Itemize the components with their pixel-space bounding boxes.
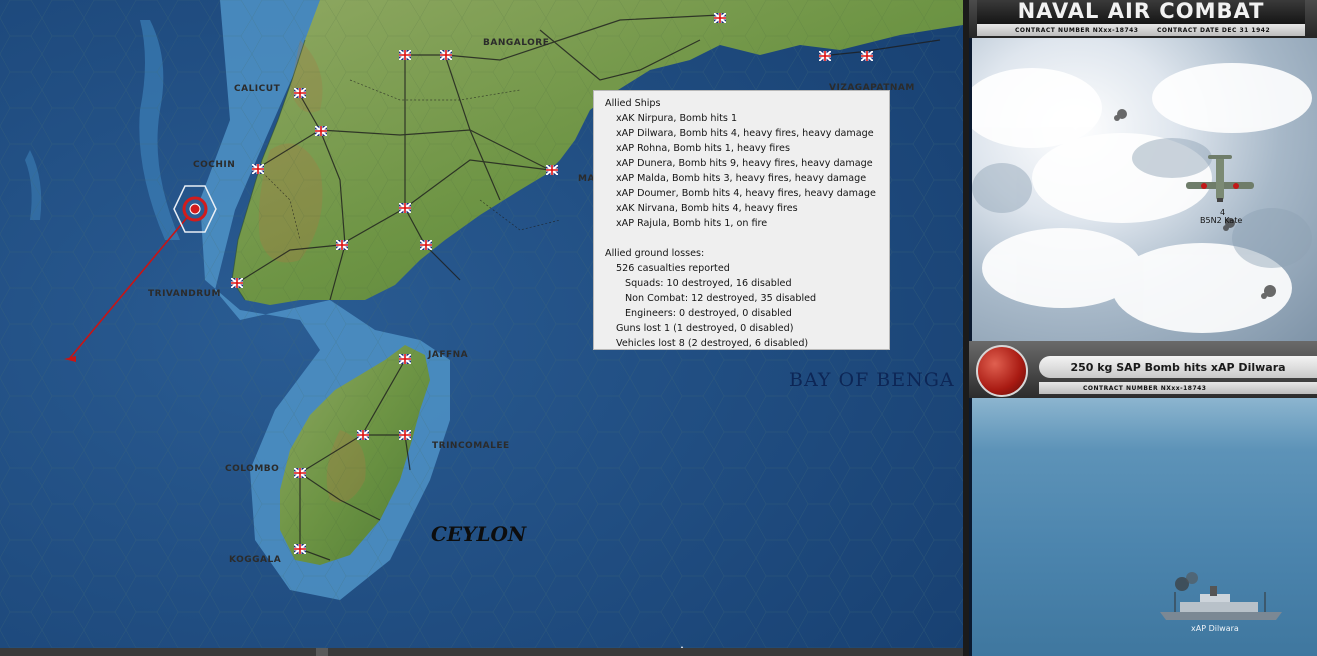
task-force-unit-icon[interactable] bbox=[174, 186, 216, 232]
air-combat-view: 4 B5N2 Kate bbox=[972, 38, 1317, 341]
city-label-trivandrum: TRIVANDRUM bbox=[148, 289, 221, 299]
event-plate: 250 kg SAP Bomb hits xAP Dilwara CONTRAC… bbox=[969, 341, 1317, 398]
report-casualties: 526 casualties reported bbox=[616, 263, 730, 274]
british-base-flag-icon[interactable] bbox=[294, 468, 306, 478]
british-base-flag-icon[interactable] bbox=[714, 13, 726, 23]
report-vehicles: Vehicles lost 8 (2 destroyed, 6 disabled… bbox=[616, 338, 809, 349]
sea-label-bay-of-bengal: BAY OF BENGA bbox=[789, 369, 955, 391]
city-label-trincomalee: TRINCOMALEE bbox=[432, 441, 510, 451]
report-ship-line: xAP Rajula, Bomb hits 1, on fire bbox=[616, 218, 768, 229]
british-base-flag-icon[interactable] bbox=[440, 50, 452, 60]
british-base-flag-icon[interactable] bbox=[294, 544, 306, 554]
city-label-bangalore: BANGALORE bbox=[483, 38, 550, 48]
report-ground-header: Allied ground losses: bbox=[605, 248, 705, 259]
city-label-calicut: CALICUT bbox=[234, 84, 281, 94]
naval-air-combat-panel: NAVAL AIR COMBAT CONTRACT NUMBER NXxx-18… bbox=[969, 0, 1317, 656]
british-base-flag-icon[interactable] bbox=[399, 354, 411, 364]
city-label-jaffna: JAFFNA bbox=[428, 350, 469, 360]
alert-lamp-icon bbox=[976, 345, 1028, 397]
ship-icon bbox=[1160, 572, 1282, 620]
british-base-flag-icon[interactable] bbox=[420, 240, 432, 250]
british-base-flag-icon[interactable] bbox=[399, 50, 411, 60]
british-base-flag-icon[interactable] bbox=[819, 51, 831, 61]
report-ships-header: Allied Ships bbox=[605, 98, 661, 109]
report-ship-line: xAP Doumer, Bomb hits 4, heavy fires, he… bbox=[616, 188, 876, 199]
report-ship-line: xAP Rohna, Bomb hits 1, heavy fires bbox=[616, 143, 790, 154]
title-plate: NAVAL AIR COMBAT CONTRACT NUMBER NXxx-18… bbox=[969, 0, 1317, 38]
panel-title: NAVAL AIR COMBAT bbox=[1017, 0, 1265, 23]
event-message: 250 kg SAP Bomb hits xAP Dilwara bbox=[1070, 361, 1286, 374]
british-base-flag-icon[interactable] bbox=[252, 164, 264, 174]
combat-report-popup: Allied Ships xAK Nirpura, Bomb hits 1 xA… bbox=[593, 90, 890, 350]
city-label-koggala: KOGGALA bbox=[229, 555, 282, 565]
report-ship-line: xAP Malda, Bomb hits 3, heavy fires, hea… bbox=[616, 173, 867, 184]
british-base-flag-icon[interactable] bbox=[357, 430, 369, 440]
city-label-colombo: COLOMBO bbox=[225, 464, 280, 474]
report-ship-line: xAK Nirpura, Bomb hits 1 bbox=[616, 113, 738, 124]
island-label-ceylon: CEYLON bbox=[431, 522, 527, 546]
report-ship-line: xAK Nirvana, Bomb hits 4, heavy fires bbox=[616, 203, 798, 214]
report-ship-line: xAP Dilwara, Bomb hits 4, heavy fires, h… bbox=[616, 128, 874, 139]
contract-number: CONTRACT NUMBER NXxx-18743 bbox=[1015, 27, 1139, 34]
report-ship-line: xAP Dunera, Bomb hits 9, heavy fires, he… bbox=[616, 158, 873, 169]
aircraft-label: B5N2 Kate bbox=[1200, 216, 1243, 225]
british-base-flag-icon[interactable] bbox=[294, 88, 306, 98]
report-guns: Guns lost 1 (1 destroyed, 0 disabled) bbox=[616, 323, 794, 334]
surface-view: xAP Dilwara bbox=[972, 398, 1317, 656]
report-noncombat: Non Combat: 12 destroyed, 35 disabled bbox=[625, 293, 817, 304]
report-squads: Squads: 10 destroyed, 16 disabled bbox=[625, 278, 792, 289]
strategic-map[interactable]: BANGALORE CALICUT COCHIN TRIVANDRUM VIZA… bbox=[0, 0, 963, 656]
contract-number-2: CONTRACT NUMBER NXxx-18743 bbox=[1083, 385, 1207, 392]
british-base-flag-icon[interactable] bbox=[861, 51, 873, 61]
scroll-handle[interactable] bbox=[316, 648, 328, 656]
report-engineers: Engineers: 0 destroyed, 0 disabled bbox=[625, 308, 792, 319]
british-base-flag-icon[interactable] bbox=[336, 240, 348, 250]
british-base-flag-icon[interactable] bbox=[315, 126, 327, 136]
ship-label: xAP Dilwara bbox=[1191, 624, 1239, 633]
british-base-flag-icon[interactable] bbox=[546, 165, 558, 175]
british-base-flag-icon[interactable] bbox=[399, 203, 411, 213]
british-base-flag-icon[interactable] bbox=[231, 278, 243, 288]
city-label-cochin: COCHIN bbox=[193, 160, 236, 170]
contract-date: CONTRACT DATE DEC 31 1942 bbox=[1157, 27, 1271, 34]
british-base-flag-icon[interactable] bbox=[399, 430, 411, 440]
map-bottom-bar bbox=[0, 648, 963, 656]
